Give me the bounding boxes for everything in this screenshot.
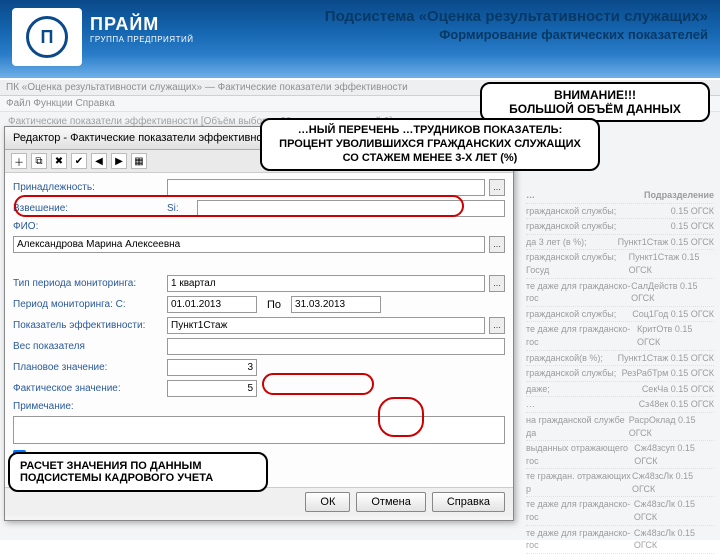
input-fact[interactable] — [167, 380, 257, 397]
bg-data-row: выданных отражающего госСж48зсуп 0.15 ОГ… — [526, 441, 714, 469]
bg-data-row: гражданской службы;0.15 ОГСК — [526, 219, 714, 235]
help-button[interactable]: Справка — [432, 492, 505, 512]
input-period-type[interactable] — [167, 275, 485, 292]
bg-data-row: на гражданской службе даРасрОклад 0.15 О… — [526, 413, 714, 441]
bg-data-row: да 3 лет (в %);Пункт1Стаж 0.15 ОГСК — [526, 235, 714, 251]
toolbar-copy-icon[interactable]: ⧉ — [31, 153, 47, 169]
label-fio: ФИО: — [13, 221, 163, 232]
label-belong: Принадлежность: — [13, 182, 163, 193]
brand-title: ПРАЙМ — [90, 14, 193, 35]
input-plan[interactable] — [167, 359, 257, 376]
toolbar-add-icon[interactable]: ＋ — [11, 153, 27, 169]
label-weight-ind: Вес показателя — [13, 341, 163, 352]
toolbar-next-icon[interactable]: ▶ — [111, 153, 127, 169]
input-weight-ind[interactable] — [167, 338, 505, 355]
label-plan: Плановое значение: — [13, 362, 163, 373]
input-belong[interactable] — [167, 179, 485, 196]
label-fact: Фактическое значение: — [13, 383, 163, 394]
toolbar-prev-icon[interactable]: ◀ — [91, 153, 107, 169]
bg-data-row: те даже для гражданско-госСж48зсЛк 0.15 … — [526, 497, 714, 525]
callout-warning-l2: БОЛЬШОЙ ОБЪЁМ ДАННЫХ — [490, 102, 700, 116]
bg-data-row: гражданской(в %);Пункт1Стаж 0.15 ОГСК — [526, 351, 714, 367]
logo-icon: П — [26, 16, 68, 58]
input-note[interactable] — [13, 416, 505, 444]
label-period: Период мониторинга: С: — [13, 299, 163, 310]
bg-data-row: те граждан. отражающих рСж48зсЛк 0.15 ОГ… — [526, 469, 714, 497]
callout-calc: РАСЧЕТ ЗНАЧЕНИЯ ПО ДАННЫМ ПОДСИСТЕМЫ КАД… — [8, 452, 268, 492]
bg-data-row: те даже для гражданско-госСалДейств 0.15… — [526, 279, 714, 307]
slide-header: П ПРАЙМ ГРУППА ПРЕДПРИЯТИЙ Подсистема «О… — [0, 0, 720, 78]
bg-data-row: те даже для гражданско-госКритОтв 0.15 О… — [526, 322, 714, 350]
lookup-period-type-icon[interactable]: … — [489, 275, 505, 292]
toolbar-calc-icon[interactable]: ▦ — [131, 153, 147, 169]
label-weight: Взвешение: — [13, 203, 163, 214]
bg-data-row: даже;СекЧа 0.15 ОГСК — [526, 382, 714, 398]
bg-col-dept: Подразделение — [644, 189, 714, 202]
label-efficiency: Показатель эффективности: — [13, 320, 163, 331]
bg-data-row: гражданской службы;РезРабТрм 0.15 ОГСК — [526, 366, 714, 382]
input-si[interactable] — [197, 200, 505, 217]
bg-data-row: гражданской службы;Соц1Год 0.15 ОГСК — [526, 307, 714, 323]
lookup-efficiency-icon[interactable]: … — [489, 317, 505, 334]
bg-col-label: … — [526, 189, 535, 202]
lookup-belong-icon[interactable]: … — [489, 179, 505, 196]
toolbar-delete-icon[interactable]: ✖ — [51, 153, 67, 169]
logo: П — [12, 8, 82, 66]
callout-warning-l1: ВНИМАНИЕ!!! — [490, 88, 700, 102]
bg-data-row: гражданской службы; ГосудПункт1Стаж 0.15… — [526, 250, 714, 278]
brand: ПРАЙМ ГРУППА ПРЕДПРИЯТИЙ — [90, 14, 193, 44]
bg-data-grid: … Подразделение гражданской службы;0.15 … — [526, 188, 714, 554]
callout-warning: ВНИМАНИЕ!!! БОЛЬШОЙ ОБЪЁМ ДАННЫХ — [480, 82, 710, 122]
cancel-button[interactable]: Отмена — [356, 492, 425, 512]
input-efficiency[interactable] — [167, 317, 485, 334]
input-date-to[interactable] — [291, 296, 381, 313]
input-date-from[interactable] — [167, 296, 257, 313]
bg-data-row: …Сз48ек 0.15 ОГСК — [526, 397, 714, 413]
input-fio[interactable] — [13, 236, 485, 253]
editor-title-text: Редактор - Фактические показатели эффект… — [13, 132, 279, 144]
toolbar-apply-icon[interactable]: ✔ — [71, 153, 87, 169]
label-si: Si: — [167, 203, 193, 214]
page-title: Подсистема «Оценка результативности служ… — [325, 8, 708, 25]
bg-data-row: гражданской службы;0.15 ОГСК — [526, 204, 714, 220]
callout-indicator: …НЫЙ ПЕРЕЧЕНЬ …ТРУДНИКОВ ПОКАЗАТЕЛЬ: ПРО… — [260, 118, 600, 171]
label-note: Примечание: — [13, 401, 163, 412]
lookup-fio-icon[interactable]: … — [489, 236, 505, 253]
label-date-to: По — [261, 299, 287, 311]
brand-sub: ГРУППА ПРЕДПРИЯТИЙ — [90, 35, 193, 44]
slide-title: Подсистема «Оценка результативности служ… — [325, 8, 708, 42]
page-subtitle: Формирование фактических показателей — [325, 27, 708, 42]
ok-button[interactable]: ОК — [305, 492, 350, 512]
label-period-type: Тип периода мониторинга: — [13, 278, 163, 289]
